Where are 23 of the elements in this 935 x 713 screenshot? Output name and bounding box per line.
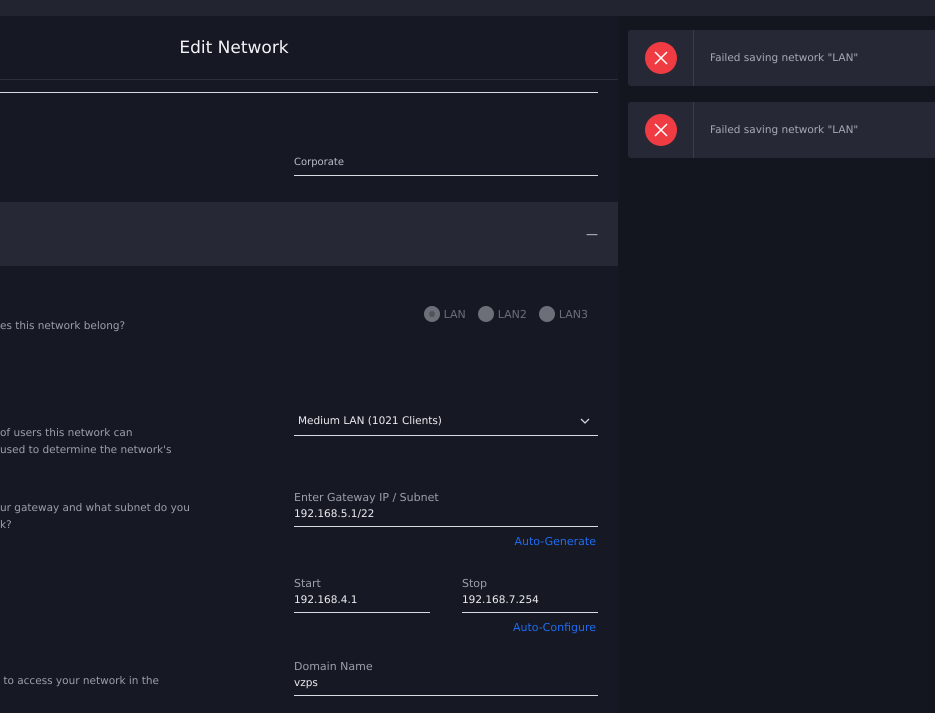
question-text: of users this network can used to determine the network's [0,426,172,458]
toast-message: Failed saving network "LAN" [709,51,858,66]
radio-icon[interactable] [538,306,555,322]
auto-configure-link[interactable]: Auto-Configure [512,621,596,634]
toast-message: Failed saving network "LAN" [709,123,858,138]
error-icon [644,42,676,74]
collapse-button[interactable]: — [586,227,598,241]
domain-field[interactable]: Domain Name vzps [294,659,598,696]
radio-icon[interactable] [478,306,494,322]
input-field[interactable]: Corporate [294,155,598,176]
start-field[interactable]: Start 192.168.4.1 [294,576,430,613]
radio-icon[interactable] [424,306,440,322]
question-text: to access your network in the [2,674,160,689]
gateway-field[interactable]: Enter Gateway IP / Subnet 192.168.5.1/22 [294,490,598,527]
stop-field[interactable]: Stop 192.168.7.254 [462,576,598,613]
question-text: ur gateway and what subnet do you k? [0,501,191,533]
auto-generate-link[interactable]: Auto-Generate [514,535,596,548]
section-header[interactable]: — [0,202,618,266]
chevron-down-icon [580,418,590,424]
question-text: es this network belong? [0,319,126,334]
size-dropdown[interactable]: Medium LAN (1021 Clients) [294,413,598,436]
modal-title: Edit Network [179,38,289,58]
error-icon [644,114,676,146]
